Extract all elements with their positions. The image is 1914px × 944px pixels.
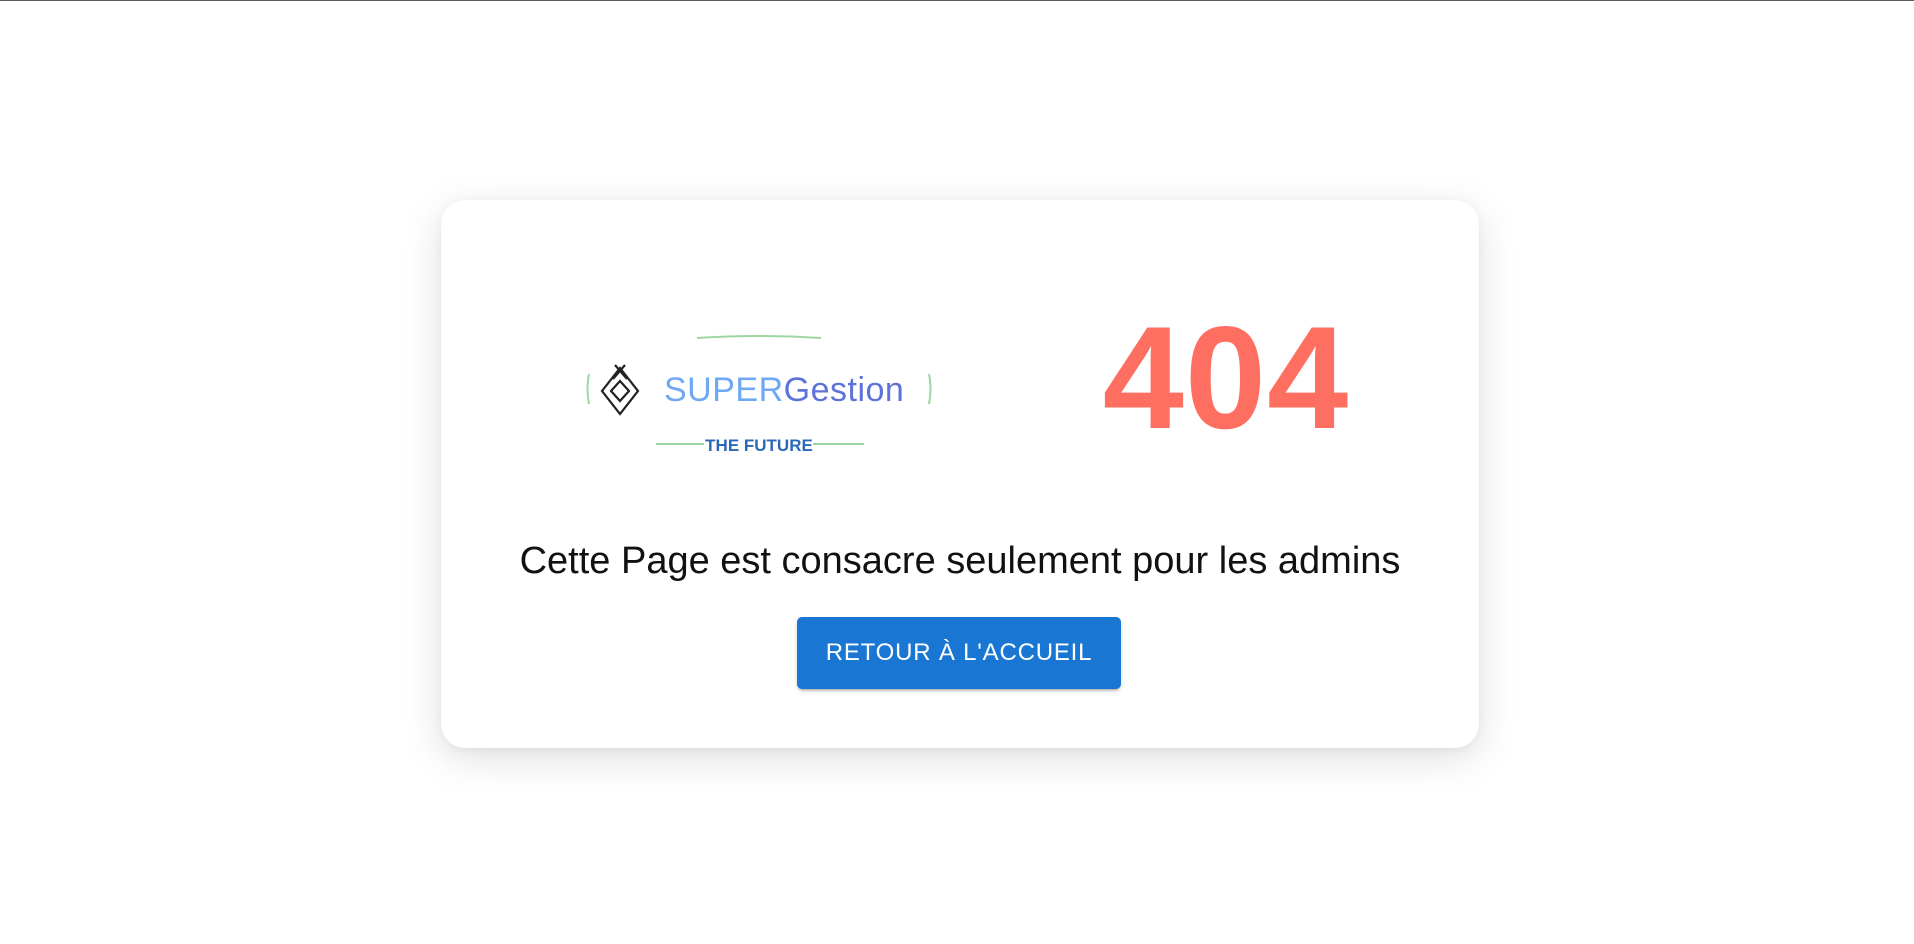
logo-right-arc (928, 373, 932, 405)
top-divider (0, 0, 1914, 1)
logo-top-arc (696, 335, 822, 339)
error-code: 404 (1102, 296, 1350, 459)
brand-logo: SUPERGestion THE FUTURE (584, 330, 934, 465)
brand-name: SUPERGestion (664, 371, 904, 409)
brand-tagline: THE FUTURE (705, 436, 813, 455)
error-card: SUPERGestion THE FUTURE 404 Cette Page e… (441, 200, 1479, 748)
return-home-button[interactable]: RETOUR À L'ACCUEIL (797, 617, 1121, 689)
error-message: Cette Page est consacre seulement pour l… (519, 540, 1401, 582)
logo-left-arc (586, 373, 590, 405)
diamond-logo-icon (600, 364, 640, 416)
